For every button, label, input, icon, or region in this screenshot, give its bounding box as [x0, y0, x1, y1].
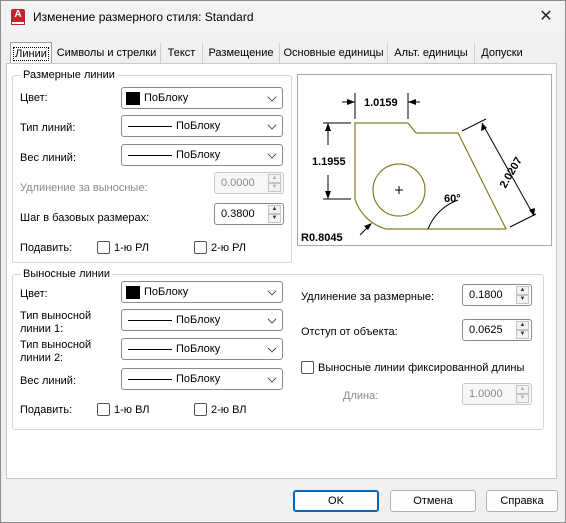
spin-down-icon[interactable]: ▼ — [516, 394, 529, 403]
tab-symbols-arrows[interactable]: Символы и стрелки — [53, 43, 161, 63]
suppress-dim2-label: 2-ю РЛ — [211, 242, 247, 254]
suppress-dim1-checkbox[interactable] — [97, 241, 110, 254]
suppress-dim2-checkbox[interactable] — [194, 241, 207, 254]
fixed-length-checkbox[interactable] — [301, 361, 314, 374]
chevron-down-icon — [267, 149, 277, 159]
ext-extend-value: 0.1800 — [469, 289, 503, 301]
ext-linetype2-label: Тип выносной линии 2: — [20, 339, 92, 364]
spin-up-icon[interactable]: ▲ — [268, 174, 281, 183]
dim-color-label: Цвет: — [20, 92, 48, 104]
dim-linetype-label: Тип линий: — [20, 122, 76, 134]
ext-lineweight-label: Вес линий: — [20, 375, 76, 387]
preview-dim-angle: 60° — [444, 193, 461, 205]
color-swatch — [126, 286, 140, 299]
line-sample — [128, 320, 172, 321]
spin-up-icon[interactable]: ▲ — [516, 385, 529, 394]
dimension-preview: 1.0159 1.1955 2.0207 60° R0.8045 — [297, 74, 552, 246]
dim-extend-value: 0.0000 — [221, 177, 255, 189]
spin-down-icon[interactable]: ▼ — [268, 214, 281, 223]
spin-down-icon[interactable]: ▼ — [516, 330, 529, 339]
tab-primary-units[interactable]: Основные единицы — [280, 43, 388, 63]
spin-up-icon[interactable]: ▲ — [516, 321, 529, 330]
tab-panel-lines: Размерные линии Цвет: ПоБлоку Тип линий:… — [6, 63, 557, 479]
tab-tolerances[interactable]: Допуски — [475, 43, 529, 63]
preview-shape — [354, 122, 507, 230]
dim-color-select[interactable]: ПоБлоку — [121, 87, 283, 109]
chevron-down-icon — [267, 343, 277, 353]
ext-linetype1-value: ПоБлоку — [176, 314, 221, 326]
ext-linetype2-select[interactable]: ПоБлоку — [121, 338, 283, 360]
dim-lineweight-select[interactable]: ПоБлоку — [121, 144, 283, 166]
spin-down-icon[interactable]: ▼ — [268, 183, 281, 192]
cancel-button[interactable]: Отмена — [390, 490, 476, 512]
suppress-ext1-label: 1-ю ВЛ — [114, 404, 150, 416]
suppress-dim1-label: 1-ю РЛ — [114, 242, 150, 254]
preview-dim-left: 1.1955 — [312, 156, 346, 168]
title-bar: A Изменение размерного стиля: Standard ✕ — [1, 1, 565, 33]
ext-lineweight-select[interactable]: ПоБлоку — [121, 368, 283, 390]
dim-lines-group-title: Размерные линии — [21, 69, 117, 81]
length-label: Длина: — [343, 390, 379, 402]
ext-offset-spinner[interactable]: 0.0625 ▲ ▼ — [462, 319, 532, 341]
close-icon[interactable]: ✕ — [535, 7, 557, 27]
suppress-ext2-label: 2-ю ВЛ — [211, 404, 247, 416]
chevron-down-icon — [267, 373, 277, 383]
line-sample — [128, 126, 172, 127]
dim-extend-label: Удлинение за выносные: — [20, 182, 148, 194]
preview-dim-right: 2.0207 — [498, 155, 525, 190]
ext-color-select[interactable]: ПоБлоку — [121, 281, 283, 303]
tab-fit[interactable]: Размещение — [203, 43, 280, 63]
ext-extend-label: Удлинение за размерные: — [301, 291, 435, 303]
ext-lines-group-title: Выносные линии — [21, 268, 113, 280]
ext-linetype1-label: Тип выносной линии 1: — [20, 310, 92, 335]
baseline-spacing-value: 0.3800 — [221, 208, 255, 220]
chevron-down-icon — [267, 286, 277, 296]
window-title: Изменение размерного стиля: Standard — [33, 10, 254, 24]
fixed-length-label: Выносные линии фиксированной длины — [318, 362, 525, 374]
line-sample — [128, 155, 172, 156]
ext-extend-spinner[interactable]: 0.1800 ▲ ▼ — [462, 284, 532, 306]
dim-linetype-select[interactable]: ПоБлоку — [121, 115, 283, 137]
spin-up-icon[interactable]: ▲ — [516, 286, 529, 295]
dim-color-value: ПоБлоку — [144, 92, 189, 104]
help-button[interactable]: Справка — [486, 490, 558, 512]
ext-suppress-label: Подавить: — [20, 404, 73, 416]
dim-lineweight-value: ПоБлоку — [176, 149, 221, 161]
spin-down-icon[interactable]: ▼ — [516, 295, 529, 304]
preview-arrowheads — [325, 99, 535, 230]
line-sample — [128, 349, 172, 350]
dim-lineweight-label: Вес линий: — [20, 152, 76, 164]
tab-lines[interactable]: Линии — [10, 42, 52, 64]
length-value: 1.0000 — [469, 388, 503, 400]
ext-offset-value: 0.0625 — [469, 324, 503, 336]
preview-dim-radius: R0.8045 — [301, 232, 343, 244]
autocad-app-icon: A — [11, 9, 25, 25]
dim-suppress-label: Подавить: — [20, 242, 73, 254]
tab-text[interactable]: Текст — [161, 43, 203, 63]
line-sample — [128, 379, 172, 380]
ext-color-value: ПоБлоку — [144, 286, 189, 298]
ext-offset-label: Отступ от объекта: — [301, 326, 398, 338]
chevron-down-icon — [267, 314, 277, 324]
color-swatch — [126, 92, 140, 105]
ext-lineweight-value: ПоБлоку — [176, 373, 221, 385]
suppress-ext1-checkbox[interactable] — [97, 403, 110, 416]
suppress-ext2-checkbox[interactable] — [194, 403, 207, 416]
baseline-spacing-spinner[interactable]: 0.3800 ▲ ▼ — [214, 203, 284, 225]
spin-up-icon[interactable]: ▲ — [268, 205, 281, 214]
ext-linetype2-value: ПоБлоку — [176, 343, 221, 355]
chevron-down-icon — [267, 92, 277, 102]
ext-linetype1-select[interactable]: ПоБлоку — [121, 309, 283, 331]
preview-dim-top: 1.0159 — [364, 97, 398, 109]
dialog-window: A Изменение размерного стиля: Standard ✕… — [0, 0, 566, 523]
tab-alternate-units[interactable]: Альт. единицы — [388, 43, 475, 63]
ext-color-label: Цвет: — [20, 288, 48, 300]
dim-extend-spinner[interactable]: 0.0000 ▲ ▼ — [214, 172, 284, 194]
preview-drawing: 1.0159 1.1955 2.0207 60° R0.8045 — [301, 93, 537, 244]
baseline-spacing-label: Шаг в базовых размерах: — [20, 212, 150, 224]
length-spinner[interactable]: 1.0000 ▲ ▼ — [462, 383, 532, 405]
chevron-down-icon — [267, 120, 277, 130]
ok-button[interactable]: OK — [293, 490, 379, 512]
dim-linetype-value: ПоБлоку — [176, 120, 221, 132]
